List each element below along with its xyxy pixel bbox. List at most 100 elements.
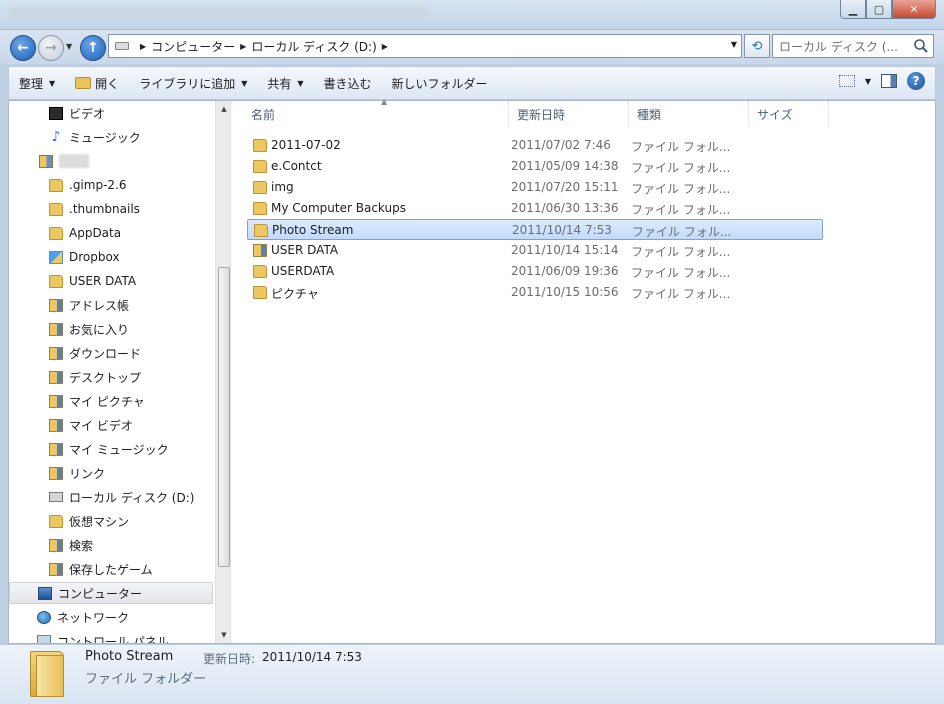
- folder-icon: [49, 226, 63, 240]
- explorer-frame: ビデオ ♪ ミュージック .gimp-2.6 .thumbnails AppDat…: [8, 97, 936, 644]
- nav-item-thumbnails[interactable]: .thumbnails: [49, 198, 140, 220]
- nav-item-network[interactable]: ネットワーク: [37, 606, 129, 628]
- nav-item-searches[interactable]: 検索: [49, 534, 93, 556]
- column-header-modified[interactable]: 更新日時: [509, 101, 629, 127]
- control-panel-icon: [37, 634, 51, 643]
- scroll-thumb[interactable]: [218, 267, 230, 567]
- nav-item-saved-games[interactable]: 保存したゲーム: [49, 558, 153, 580]
- videos-folder-icon: [49, 418, 63, 432]
- breadcrumb-computer[interactable]: コンピューター: [151, 38, 235, 55]
- column-label: 種類: [637, 107, 662, 122]
- nav-item-music[interactable]: ♪ ミュージック: [49, 126, 141, 148]
- open-label: 開く: [95, 76, 120, 91]
- nav-item-my-videos[interactable]: マイ ビデオ: [49, 414, 133, 436]
- new-folder-button[interactable]: 新しいフォルダー: [382, 70, 498, 96]
- nav-item-control-panel[interactable]: コントロール パネル: [37, 630, 169, 643]
- nav-item-my-pictures[interactable]: マイ ピクチャ: [49, 390, 145, 412]
- file-modified: 2011/07/02 7:46: [511, 138, 611, 152]
- column-header-type[interactable]: 種類: [629, 101, 749, 127]
- maximize-button[interactable]: ▢: [866, 0, 892, 19]
- organize-menu[interactable]: 整理 ▼: [9, 70, 65, 96]
- file-modified: 2011/10/14 15:14: [511, 243, 619, 257]
- nav-label: コンピューター: [58, 586, 143, 601]
- nav-item-gimp[interactable]: .gimp-2.6: [49, 174, 127, 196]
- address-dropdown-icon[interactable]: ▼: [731, 40, 737, 49]
- downloads-folder-icon: [49, 346, 63, 360]
- sort-ascending-icon: ▲: [381, 97, 388, 106]
- file-name: Photo Stream: [272, 223, 354, 237]
- file-row[interactable]: My Computer Backups 2011/06/30 13:36 ファイ…: [247, 198, 823, 219]
- refresh-button[interactable]: ⟲: [744, 34, 770, 58]
- nav-item-user-folder[interactable]: [39, 150, 89, 172]
- close-button[interactable]: ✕: [892, 0, 936, 19]
- open-button[interactable]: 開く: [65, 70, 129, 96]
- nav-label: .gimp-2.6: [69, 178, 127, 192]
- nav-item-contacts[interactable]: アドレス帳: [49, 294, 129, 316]
- burn-button[interactable]: 書き込む: [314, 70, 382, 96]
- file-name: ピクチャ: [271, 287, 319, 301]
- nav-label: マイ ビデオ: [69, 418, 133, 433]
- breadcrumb-separator-icon[interactable]: ▶: [140, 42, 146, 51]
- file-row[interactable]: 2011-07-02 2011/07/02 7:46 ファイル フォル...: [247, 135, 823, 156]
- nav-item-computer[interactable]: コンピューター: [9, 582, 213, 604]
- chevron-down-icon[interactable]: ▼: [865, 77, 871, 86]
- scroll-down-icon[interactable]: ▼: [216, 627, 230, 643]
- redacted-username: [59, 154, 89, 168]
- nav-item-videos[interactable]: ビデオ: [49, 102, 105, 124]
- nav-item-user-data[interactable]: USER DATA: [49, 270, 136, 292]
- file-row[interactable]: ピクチャ 2011/10/15 10:56 ファイル フォル...: [247, 282, 823, 303]
- nav-item-local-disk[interactable]: ローカル ディスク (D:): [49, 486, 194, 508]
- contacts-folder-icon: [49, 298, 63, 312]
- nav-item-favorites[interactable]: お気に入り: [49, 318, 129, 340]
- file-row[interactable]: img 2011/07/20 15:11 ファイル フォル...: [247, 177, 823, 198]
- nav-item-my-music[interactable]: マイ ミュージック: [49, 438, 169, 460]
- user-folder-icon: [39, 154, 53, 168]
- nav-label: お気に入り: [69, 322, 130, 337]
- open-folder-icon: [75, 77, 92, 89]
- nav-label: Dropbox: [69, 250, 120, 264]
- minimize-button[interactable]: ▁: [840, 0, 866, 19]
- file-type: ファイル フォル...: [631, 245, 731, 259]
- up-button[interactable]: ↑: [80, 35, 106, 61]
- breadcrumb-separator-icon[interactable]: ▶: [240, 42, 246, 51]
- share-menu[interactable]: 共有 ▼: [257, 70, 313, 96]
- nav-label: マイ ミュージック: [69, 442, 169, 457]
- nav-item-virtual-machines[interactable]: 仮想マシン: [49, 510, 129, 532]
- back-button[interactable]: ←: [10, 35, 36, 61]
- search-input[interactable]: ローカル ディスク (...: [772, 34, 934, 58]
- nav-label: ダウンロード: [69, 346, 142, 361]
- recent-pages-dropdown[interactable]: ▼: [66, 42, 72, 51]
- file-modified: 2011/06/30 13:36: [511, 201, 619, 215]
- burn-label: 書き込む: [323, 76, 372, 91]
- nav-label: アドレス帳: [69, 298, 130, 313]
- file-name: 2011-07-02: [271, 138, 341, 152]
- address-row: ← → ▼ ↑ ▶ コンピューター ▶ ローカル ディスク (D:) ▶ ▼ ⟲…: [0, 30, 944, 64]
- folder-icon: [253, 244, 267, 257]
- file-type: ファイル フォル...: [631, 287, 731, 301]
- nav-label: .thumbnails: [69, 202, 140, 216]
- view-options-icon[interactable]: [838, 75, 855, 87]
- preview-pane-icon[interactable]: [881, 74, 897, 88]
- file-row[interactable]: e.Contct 2011/05/09 14:38 ファイル フォル...: [247, 156, 823, 177]
- nav-item-appdata[interactable]: AppData: [49, 222, 121, 244]
- column-header-size[interactable]: サイズ: [749, 101, 829, 127]
- file-row[interactable]: USERDATA 2011/06/09 19:36 ファイル フォル...: [247, 261, 823, 282]
- forward-button[interactable]: →: [38, 35, 64, 61]
- address-bar[interactable]: ▶ コンピューター ▶ ローカル ディスク (D:) ▶ ▼: [108, 34, 742, 58]
- file-row-selected[interactable]: Photo Stream 2011/10/14 7:53 ファイル フォル...: [247, 219, 823, 240]
- search-icon[interactable]: [913, 38, 929, 54]
- nav-item-downloads[interactable]: ダウンロード: [49, 342, 141, 364]
- nav-item-dropbox[interactable]: Dropbox: [49, 246, 120, 268]
- help-icon[interactable]: ?: [907, 72, 925, 90]
- breadcrumb-separator-icon[interactable]: ▶: [382, 42, 388, 51]
- nav-item-desktop[interactable]: デスクトップ: [49, 366, 141, 388]
- folder-icon: [253, 286, 267, 299]
- nav-item-links[interactable]: リンク: [49, 462, 105, 484]
- breadcrumb-local-disk[interactable]: ローカル ディスク (D:): [251, 38, 376, 55]
- include-library-menu[interactable]: ライブラリに追加 ▼: [129, 70, 257, 96]
- nav-scrollbar[interactable]: ▲ ▼: [215, 101, 230, 643]
- new-folder-label: 新しいフォルダー: [391, 76, 488, 91]
- column-header-name[interactable]: ▲ 名前: [243, 97, 509, 127]
- file-row[interactable]: USER DATA 2011/10/14 15:14 ファイル フォル...: [247, 240, 823, 261]
- scroll-up-icon[interactable]: ▲: [216, 101, 230, 117]
